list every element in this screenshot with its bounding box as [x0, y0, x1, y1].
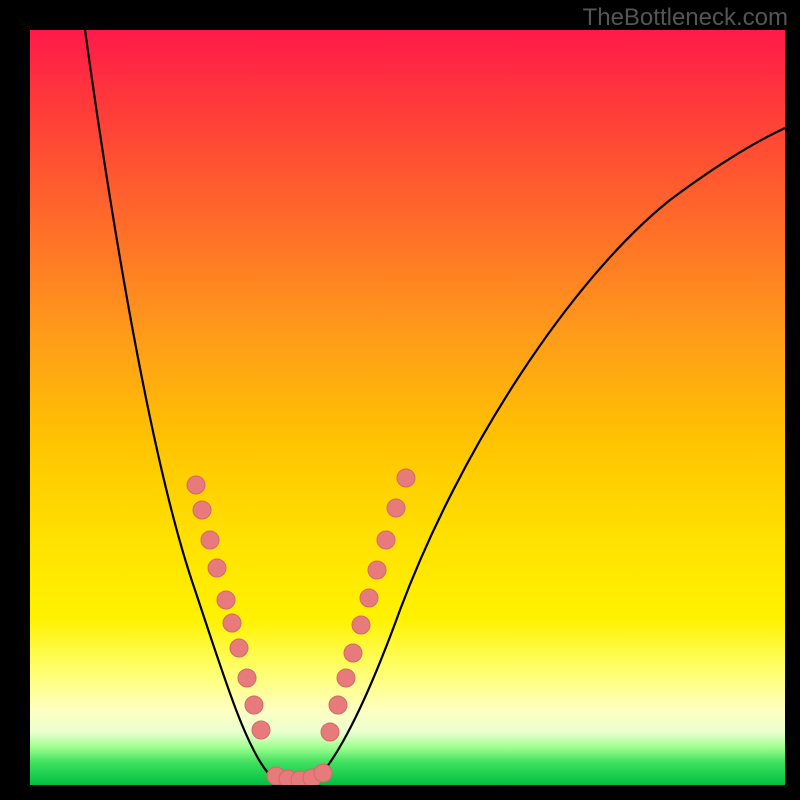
point-right-4	[352, 616, 370, 634]
point-left-4	[217, 591, 235, 609]
points-layer	[187, 469, 415, 785]
point-left-6	[230, 639, 248, 657]
point-left-2	[201, 531, 219, 549]
point-right-8	[387, 499, 405, 517]
right-curve	[312, 128, 785, 782]
point-right-6	[368, 561, 386, 579]
chart-frame: TheBottleneck.com	[0, 0, 800, 800]
point-right-7	[377, 531, 395, 549]
point-right-2	[337, 669, 355, 687]
point-right-1	[329, 696, 347, 714]
watermark-text: TheBottleneck.com	[583, 4, 788, 32]
point-right-0	[321, 723, 339, 741]
point-right-3	[344, 644, 362, 662]
point-left-8	[245, 696, 263, 714]
point-valley-4	[314, 764, 332, 782]
curves-svg	[30, 30, 785, 785]
point-left-3	[208, 559, 226, 577]
point-left-7	[238, 669, 256, 687]
point-left-1	[193, 501, 211, 519]
point-right-5	[360, 589, 378, 607]
left-curve	[85, 30, 290, 782]
plot-area	[30, 30, 785, 785]
point-right-9	[397, 469, 415, 487]
point-left-5	[223, 614, 241, 632]
point-left-9	[252, 721, 270, 739]
point-left-0	[187, 476, 205, 494]
